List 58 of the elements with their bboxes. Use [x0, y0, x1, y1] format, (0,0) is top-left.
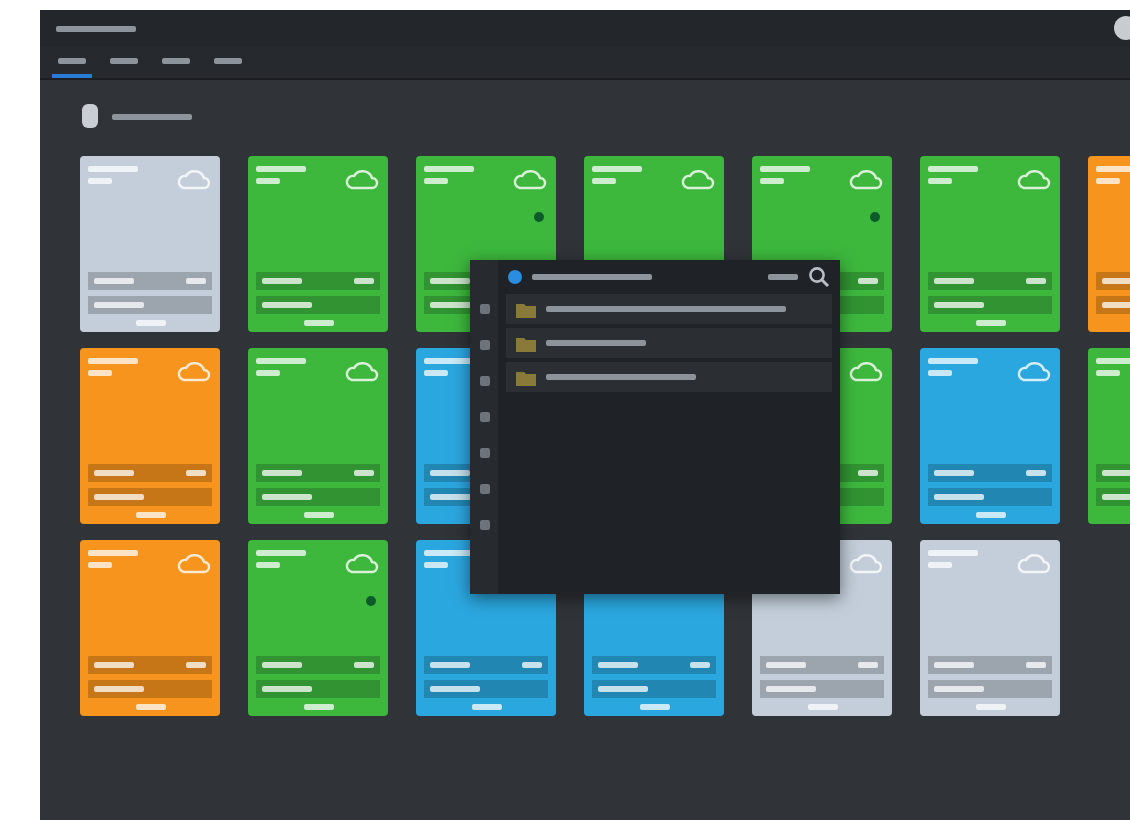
cloud-icon	[848, 358, 884, 386]
blurred-label	[768, 273, 798, 279]
list-item[interactable]	[506, 362, 832, 392]
sidebar-icon[interactable]	[479, 520, 489, 530]
card-stat-row	[88, 272, 212, 290]
card-stat-row	[88, 464, 212, 482]
card-stat-row	[424, 680, 548, 698]
card-stat-row	[760, 656, 884, 674]
cloud-icon	[1016, 166, 1052, 194]
card-stat-row	[592, 656, 716, 674]
card-stat-row	[928, 464, 1052, 482]
alert-dot	[870, 212, 880, 222]
list-item[interactable]	[506, 328, 832, 358]
card-stat-row	[928, 296, 1052, 314]
card-stat-row	[88, 296, 212, 314]
sidebar-icon[interactable]	[479, 412, 489, 422]
card-stat-row	[592, 680, 716, 698]
sidebar-icon[interactable]	[479, 340, 489, 350]
cloud-icon	[344, 550, 380, 578]
blurred-heading	[112, 113, 192, 119]
alert-dot	[534, 212, 544, 222]
cloud-icon	[680, 166, 716, 194]
alert-dot	[366, 596, 376, 606]
cloud-icon	[848, 166, 884, 194]
card-stat-row	[88, 488, 212, 506]
card-stat-row	[928, 656, 1052, 674]
sidebar-icon[interactable]	[479, 304, 489, 314]
blurred-title	[56, 25, 136, 31]
card-stat-row	[760, 680, 884, 698]
sidebar-icon[interactable]	[479, 376, 489, 386]
card-stat-row	[256, 656, 380, 674]
card-stat-row	[928, 488, 1052, 506]
card-stat-row	[928, 680, 1052, 698]
card-stat-row	[88, 680, 212, 698]
cloud-icon	[344, 358, 380, 386]
blurred-title	[532, 273, 652, 279]
card-stat-row	[256, 680, 380, 698]
list-item[interactable]	[506, 294, 832, 324]
card-stat-row	[88, 656, 212, 674]
card-stat-row	[256, 464, 380, 482]
cloud-icon	[512, 166, 548, 194]
card-stat-row	[256, 296, 380, 314]
card-stat-row	[424, 656, 548, 674]
device-icon	[80, 102, 100, 130]
info-icon	[508, 269, 522, 283]
card-stat-row	[256, 272, 380, 290]
cloud-icon	[176, 550, 212, 578]
cloud-icon	[176, 166, 212, 194]
card-stat-row	[256, 488, 380, 506]
card-stat-row	[928, 272, 1052, 290]
sidebar-icon[interactable]	[479, 448, 489, 458]
search-icon[interactable]	[808, 265, 830, 287]
cloud-icon	[344, 166, 380, 194]
cloud-icon	[1016, 550, 1052, 578]
cloud-icon	[1016, 358, 1052, 386]
cloud-icon	[176, 358, 212, 386]
cloud-icon	[848, 550, 884, 578]
sidebar-icon[interactable]	[479, 484, 489, 494]
